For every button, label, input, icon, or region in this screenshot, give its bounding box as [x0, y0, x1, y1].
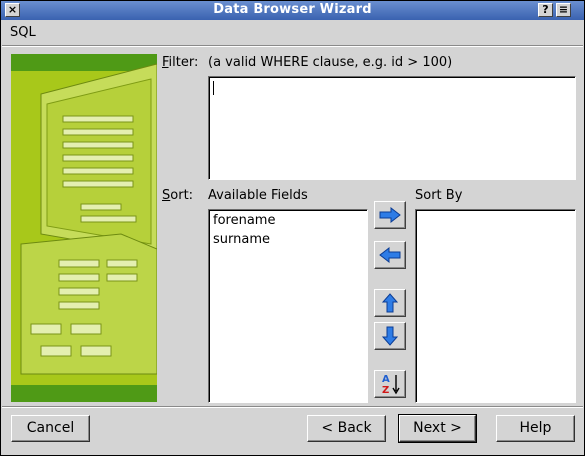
az-top-letter: A	[382, 374, 390, 385]
arrow-right-icon	[379, 207, 401, 223]
filter-label-text: ilter:	[168, 55, 199, 70]
menu-title-button[interactable]: ≡	[556, 3, 571, 17]
sort-label: Sort:	[162, 188, 193, 203]
arrow-up-icon	[382, 293, 398, 313]
next-button[interactable]: Next >	[398, 414, 477, 443]
wizard-illustration	[11, 54, 157, 402]
available-fields-list[interactable]: forename surname	[208, 209, 368, 403]
help-button[interactable]: Help	[496, 415, 575, 442]
remove-field-button[interactable]	[374, 241, 406, 269]
sort-by-header: Sort By	[415, 188, 463, 203]
title-bar[interactable]: × Data Browser Wizard ? ≡	[1, 1, 584, 20]
az-bottom-letter: Z	[382, 385, 389, 396]
sort-label-text: ort:	[170, 188, 194, 203]
header-separator	[2, 45, 583, 47]
section-label: SQL	[10, 25, 36, 40]
arrow-down-icon	[382, 326, 398, 346]
filter-label: Filter:	[162, 55, 198, 70]
filter-input[interactable]	[208, 76, 576, 180]
filter-hint: (a valid WHERE clause, e.g. id > 100)	[208, 55, 453, 70]
available-fields-header: Available Fields	[208, 188, 308, 203]
illustration-graphic	[20, 63, 157, 375]
sort-az-icon: A Z	[382, 374, 400, 396]
footer-separator	[2, 406, 583, 408]
back-button[interactable]: < Back	[307, 415, 386, 442]
arrow-left-icon	[379, 247, 401, 263]
cancel-button[interactable]: Cancel	[11, 415, 90, 442]
help-title-button[interactable]: ?	[538, 3, 553, 17]
move-up-button[interactable]	[374, 289, 406, 317]
list-item[interactable]: surname	[209, 230, 367, 249]
sort-by-list[interactable]	[415, 209, 576, 403]
window-title: Data Browser Wizard	[213, 2, 372, 17]
illustration-bottom-band	[11, 385, 157, 402]
list-item[interactable]: forename	[209, 211, 367, 230]
add-field-button[interactable]	[374, 201, 406, 229]
sort-order-button[interactable]: A Z	[374, 370, 406, 398]
text-caret	[213, 81, 214, 95]
move-down-button[interactable]	[374, 322, 406, 350]
wizard-window: × Data Browser Wizard ? ≡ SQL Filter: (a…	[0, 0, 585, 456]
